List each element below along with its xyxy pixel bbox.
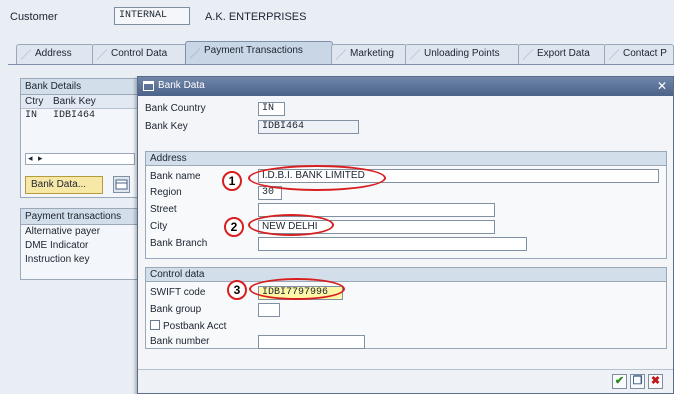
bank-branch-field[interactable] [258, 237, 527, 251]
tab-contact-person[interactable]: Contact P [604, 44, 674, 64]
confirm-checkmark-icon[interactable]: ✔ [612, 374, 627, 389]
control-data-section-title: Control data [146, 268, 666, 282]
cancel-x-icon[interactable]: ✖ [648, 374, 663, 389]
copy-icon[interactable]: ❐ [630, 374, 645, 389]
callout-oval-city [248, 214, 334, 236]
swift-code-label: SWIFT code [150, 287, 206, 298]
bank-details-group: Bank Details Ctry Bank Key IN IDBI464 ◂ … [20, 78, 145, 198]
delete-row-button[interactable] [113, 176, 130, 193]
close-icon[interactable]: ✕ [655, 79, 669, 93]
bank-key-field[interactable]: IDBI464 [258, 120, 359, 134]
bank-group-field[interactable] [258, 303, 280, 317]
address-section-title: Address [146, 152, 666, 166]
bank-name-label: Bank name [150, 171, 201, 182]
scroll-right-icon[interactable]: ▸ [38, 153, 43, 164]
bank-details-header: Ctry Bank Key [21, 95, 144, 109]
bank-branch-label: Bank Branch [150, 238, 208, 249]
dialog-footer: ✔ ❐ ✖ [138, 369, 673, 393]
tab-payment-transactions[interactable]: Payment Transactions [185, 41, 333, 65]
postbank-acct-checkbox[interactable] [150, 320, 160, 330]
scroll-left-icon[interactable]: ◂ [28, 153, 33, 164]
tab-marketing[interactable]: Marketing [331, 44, 407, 64]
tab-address[interactable]: Address [16, 44, 94, 64]
dme-indicator-label: DME Indicator [25, 240, 89, 251]
customer-name: A.K. ENTERPRISES [205, 11, 307, 23]
horizontal-scrollbar[interactable]: ◂ ▸ [25, 153, 135, 165]
instruction-key-label: Instruction key [25, 254, 90, 265]
customer-label: Customer [10, 11, 58, 23]
bank-data-button[interactable]: Bank Data... [25, 176, 103, 194]
payment-transactions-group: Payment transactions Alternative payer D… [20, 208, 145, 280]
control-data-section: Control data SWIFT code IDBI7797996 Bank… [145, 267, 667, 349]
tab-export-data[interactable]: Export Data [518, 44, 606, 64]
alternative-payer-label: Alternative payer [25, 226, 101, 237]
postbank-acct-label: Postbank Acct [163, 321, 227, 332]
payment-transactions-title: Payment transactions [21, 209, 144, 225]
city-label: City [150, 221, 168, 232]
window-icon [143, 81, 154, 91]
cell-ctry: IN [25, 110, 38, 121]
column-header-ctry: Ctry [25, 96, 44, 107]
bank-number-field[interactable] [258, 335, 365, 349]
customer-type-field[interactable]: INTERNAL [114, 7, 190, 25]
bank-key-label: Bank Key [145, 121, 188, 132]
tab-strip: Address Control Data Payment Transaction… [0, 38, 674, 65]
bank-data-dialog: Bank Data ✕ Bank Country IN Bank Key IDB… [137, 76, 674, 394]
callout-oval-swift [249, 278, 345, 300]
tab-divider [8, 64, 674, 65]
callout-oval-bank-name [248, 165, 386, 191]
address-section: Address Bank name I.D.B.I. BANK LIMITED … [145, 151, 667, 259]
table-row[interactable]: IN IDBI464 [21, 109, 144, 123]
bank-group-label: Bank group [150, 304, 202, 315]
bank-country-field[interactable]: IN [258, 102, 285, 116]
callout-badge-3: 3 [227, 280, 247, 300]
callout-badge-2: 2 [224, 217, 244, 237]
tab-control-data[interactable]: Control Data [92, 44, 187, 64]
bank-number-label: Bank number [150, 336, 210, 347]
tab-unloading-points[interactable]: Unloading Points [405, 44, 520, 64]
bank-details-title: Bank Details [21, 79, 144, 95]
dialog-title: Bank Data [158, 80, 205, 91]
region-label: Region [150, 187, 182, 198]
column-header-bank-key: Bank Key [53, 96, 96, 107]
bank-country-label: Bank Country [145, 103, 206, 114]
street-label: Street [150, 204, 177, 215]
dialog-title-bar: Bank Data ✕ [138, 77, 673, 96]
postbank-acct-checkbox-row[interactable]: Postbank Acct [150, 320, 226, 332]
callout-badge-1: 1 [222, 171, 242, 191]
cell-bank-key: IDBI464 [53, 110, 96, 121]
table-icon [115, 179, 128, 190]
